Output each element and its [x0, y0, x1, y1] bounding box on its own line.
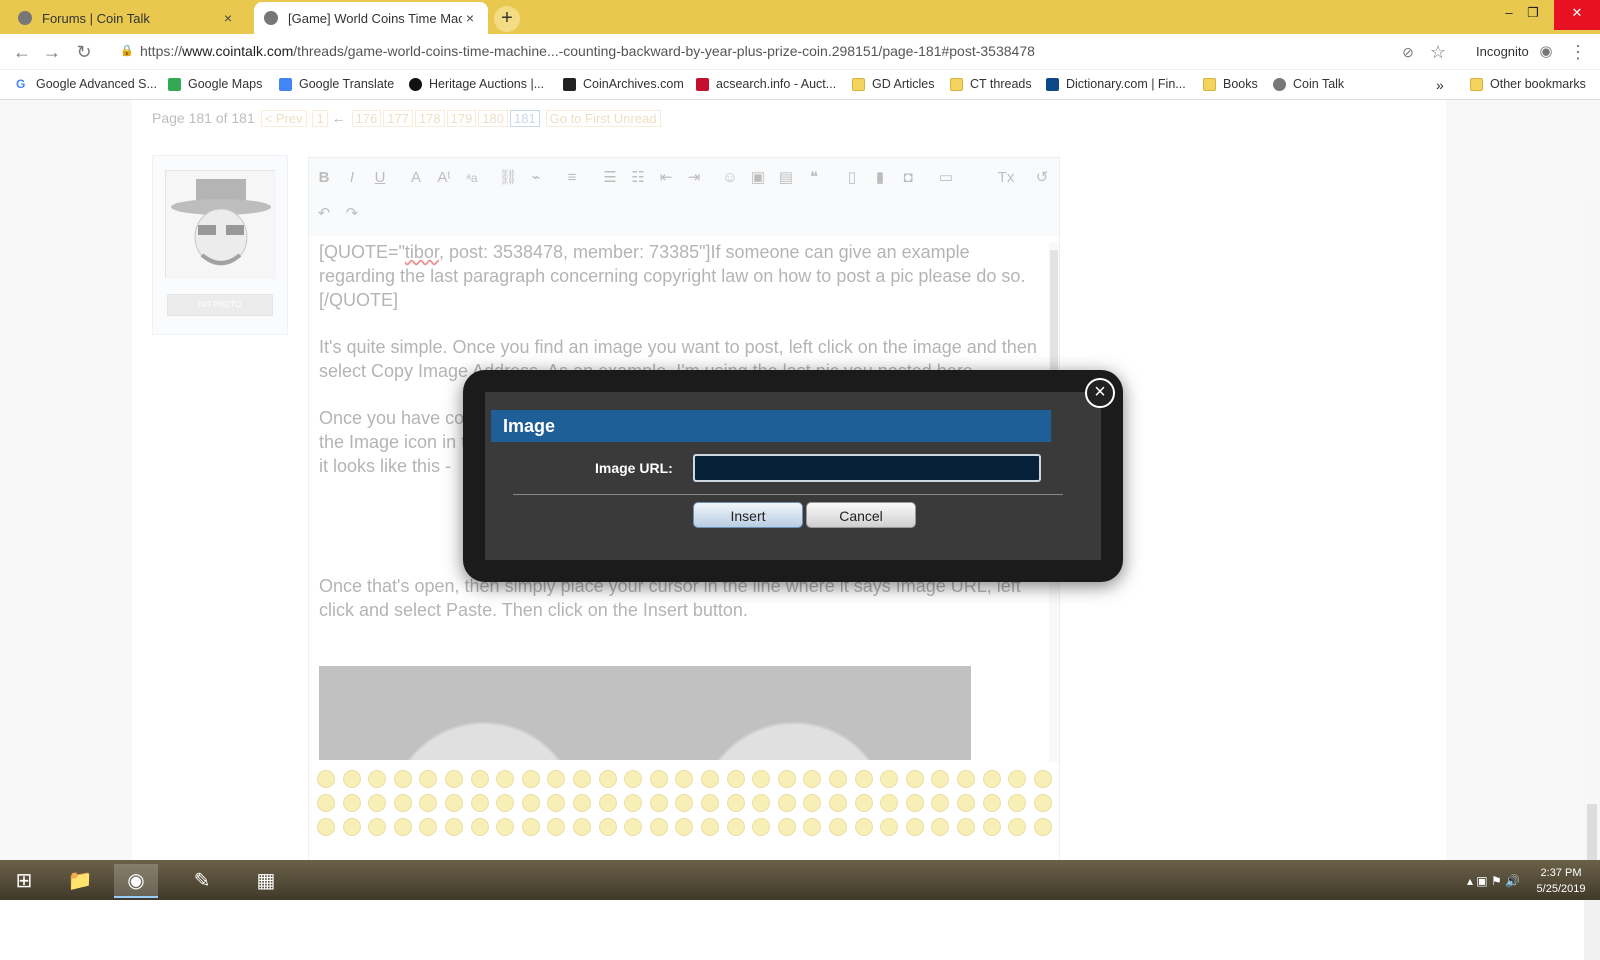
paint-icon[interactable]: ✎: [180, 864, 224, 898]
ca-icon: [563, 77, 576, 91]
office-icon[interactable]: ▦: [244, 864, 288, 898]
bookmark-gd-articles[interactable]: GD Articles: [852, 77, 935, 91]
bookmark-dictionary[interactable]: Dictionary.com | Fin...: [1046, 77, 1186, 91]
chrome-taskbar-icon[interactable]: ◉: [114, 864, 158, 898]
dialog-close-icon[interactable]: ×: [1085, 378, 1115, 408]
taskbar-clock[interactable]: 2:37 PM 5/25/2019: [1528, 865, 1594, 897]
menu-icon[interactable]: ⋮: [1566, 40, 1590, 64]
browser-title-bar: Forums | Coin Talk × [Game] World Coins …: [0, 0, 1600, 34]
bookmark-google-maps[interactable]: Google Maps: [168, 77, 262, 91]
tab-title: Forums | Coin Talk: [42, 10, 150, 26]
image-url-label: Image URL:: [595, 460, 673, 476]
image-url-input[interactable]: [693, 454, 1041, 482]
cointalk-favicon-icon: [264, 11, 278, 25]
maps-icon: [168, 77, 181, 91]
bookmark-coinarchives[interactable]: CoinArchives.com: [563, 77, 684, 91]
cancel-button[interactable]: Cancel: [806, 502, 916, 528]
bookmark-books[interactable]: Books: [1203, 77, 1258, 91]
new-tab-button[interactable]: +: [494, 6, 520, 32]
folder-icon: [1470, 77, 1483, 91]
translate-icon: [279, 77, 292, 91]
cointalk-favicon-icon: [18, 11, 32, 25]
tab-close-icon[interactable]: ×: [462, 10, 478, 26]
close-window-button[interactable]: ✕: [1554, 0, 1600, 30]
bookmarks-bar: G Google Advanced S... Google Maps Google…: [0, 70, 1600, 100]
file-explorer-icon[interactable]: 📁: [58, 864, 102, 898]
maximize-button[interactable]: ❐: [1510, 0, 1556, 30]
reload-icon[interactable]: ↻: [72, 40, 96, 64]
bookmark-other[interactable]: Other bookmarks: [1470, 77, 1586, 91]
incognito-icon[interactable]: ◉: [1534, 40, 1558, 64]
bookmark-google-advanced[interactable]: G Google Advanced S...: [16, 77, 157, 91]
tab-title: [Game] World Coins Time Machi: [288, 10, 462, 26]
bookmark-ct-threads[interactable]: CT threads: [950, 77, 1032, 91]
bookmarks-overflow-button[interactable]: »: [1436, 77, 1444, 93]
translate-page-icon[interactable]: ⊘: [1396, 40, 1420, 64]
dialog-divider: [513, 494, 1063, 495]
bookmark-star-icon[interactable]: ☆: [1426, 40, 1450, 64]
windows-taskbar: ⊞ 📁 ◉ ✎ ▦ ▴ ▣ ⚑ 🔊 2:37 PM 5/25/2019: [0, 860, 1600, 900]
address-bar[interactable]: https://www.cointalk.com/threads/game-wo…: [140, 43, 1035, 59]
bookmark-heritage-auctions[interactable]: Heritage Auctions |...: [409, 77, 544, 91]
url-host: www.cointalk.com: [182, 43, 294, 59]
bookmark-coin-talk[interactable]: Coin Talk: [1273, 77, 1344, 91]
incognito-label: Incognito: [1476, 44, 1529, 59]
bookmark-acsearch[interactable]: acsearch.info - Auct...: [696, 77, 836, 91]
tab-forums[interactable]: Forums | Coin Talk ×: [8, 2, 246, 34]
url-path: /threads/game-world-coins-time-machine..…: [293, 43, 1035, 59]
google-icon: G: [16, 77, 29, 91]
clock-date: 5/25/2019: [1536, 883, 1586, 895]
acsearch-icon: [696, 77, 709, 91]
system-tray-icons[interactable]: ▴ ▣ ⚑ 🔊: [1400, 864, 1520, 898]
ha-icon: [409, 77, 422, 91]
tab-game-thread[interactable]: [Game] World Coins Time Machi ×: [254, 2, 488, 34]
windows-start-icon[interactable]: ⊞: [2, 864, 46, 898]
back-icon[interactable]: ←: [10, 40, 34, 64]
dictionary-icon: [1046, 77, 1059, 91]
bookmark-google-translate[interactable]: Google Translate: [279, 77, 394, 91]
folder-icon: [1203, 77, 1216, 91]
browser-toolbar: ← → ↻ 🔒 https://www.cointalk.com/threads…: [0, 34, 1600, 70]
folder-icon: [852, 77, 865, 91]
url-scheme: https://: [140, 43, 183, 59]
cointalk-icon: [1273, 77, 1286, 91]
insert-button[interactable]: Insert: [693, 502, 803, 528]
image-dialog: Image × Image URL: Insert Cancel: [463, 370, 1123, 582]
forward-icon[interactable]: →: [40, 40, 64, 64]
tab-close-icon[interactable]: ×: [220, 10, 236, 26]
dialog-title: Image: [491, 410, 1051, 442]
folder-icon: [950, 77, 963, 91]
lock-icon: 🔒: [120, 45, 134, 57]
clock-time: 2:37 PM: [1540, 867, 1582, 879]
